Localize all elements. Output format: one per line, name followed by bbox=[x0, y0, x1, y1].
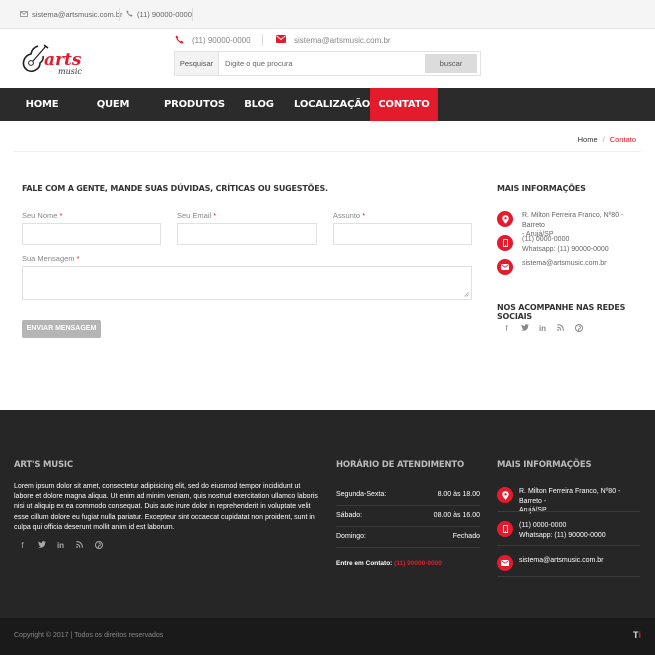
facebook-icon[interactable]: f bbox=[18, 541, 27, 551]
mobile-icon bbox=[497, 521, 513, 537]
nav-item-contato[interactable]: CONTATO bbox=[370, 88, 438, 121]
mobile-icon bbox=[497, 235, 513, 251]
sidebar-social-links: f in bbox=[502, 324, 583, 334]
site-footer: ART'S MUSIC Lorem ipsum dolor sit amet, … bbox=[0, 410, 655, 618]
envelope-icon bbox=[497, 259, 513, 275]
message-textarea[interactable] bbox=[22, 266, 472, 300]
pinterest-icon[interactable] bbox=[574, 324, 583, 334]
twitter-icon[interactable] bbox=[520, 324, 529, 334]
map-pin-icon bbox=[497, 211, 513, 227]
breadcrumb: Home / Contato bbox=[578, 135, 636, 144]
footer-about-text: Lorem ipsum dolor sit amet, consectetur … bbox=[14, 483, 318, 531]
topbar-divider bbox=[119, 8, 120, 21]
breadcrumb-home[interactable]: Home bbox=[578, 135, 598, 144]
nav-item-localizacao[interactable]: LOCALIZAÇÃO bbox=[294, 88, 370, 121]
header-phone-text: (11) 90000-0000 bbox=[192, 36, 251, 45]
header-email-text: sistema@artsmusic.com.br bbox=[294, 35, 391, 45]
topbar-divider bbox=[192, 8, 193, 21]
footer-contact-label: Entre em Contato: bbox=[336, 560, 393, 567]
topbar-phone[interactable]: (11) 90000-0000 bbox=[126, 10, 192, 19]
form-title: FALE COM A GENTE, MANDE SUAS DÚVIDAS, CR… bbox=[22, 184, 328, 193]
rss-icon[interactable] bbox=[75, 541, 84, 551]
header-phone[interactable]: (11) 90000-0000 bbox=[175, 35, 251, 46]
divider bbox=[497, 576, 640, 577]
divider bbox=[497, 511, 640, 512]
subject-label: Assunto * bbox=[333, 211, 366, 220]
phone-icon bbox=[175, 35, 184, 46]
resize-handle-icon[interactable] bbox=[464, 292, 469, 297]
breadcrumb-separator: / bbox=[602, 135, 605, 144]
footer-info-title: MAIS INFORMAÇÕES bbox=[497, 460, 592, 470]
twitter-icon[interactable] bbox=[37, 541, 46, 551]
facebook-icon[interactable]: f bbox=[502, 324, 511, 334]
search-label: Pesquisar bbox=[175, 52, 219, 75]
email-field[interactable] bbox=[177, 223, 317, 245]
footer-hours-title: HORÁRIO DE ATENDIMENTO bbox=[336, 460, 465, 470]
phone-icon bbox=[126, 10, 133, 19]
footer-social-links: f in bbox=[18, 541, 103, 551]
hours-day: Segunda-Sexta: bbox=[336, 491, 387, 498]
envelope-icon bbox=[20, 10, 28, 19]
linkedin-icon[interactable]: in bbox=[538, 324, 547, 334]
divider bbox=[14, 151, 641, 152]
footer-contact-phone[interactable]: (11) 90000-0000 bbox=[394, 560, 442, 567]
copyright-bar: Copyright © 2017 | Todos os direitos res… bbox=[0, 618, 655, 655]
name-field[interactable] bbox=[22, 223, 161, 245]
rss-icon[interactable] bbox=[556, 324, 565, 334]
hours-row: Sábado: 08.00 às 16.00 bbox=[336, 506, 480, 527]
hours-row: Segunda-Sexta: 8.00 às 18.00 bbox=[336, 485, 480, 506]
sidebar-social-title: NOS ACOMPANHE NAS REDES SOCIAIS bbox=[497, 303, 626, 321]
name-label: Seu Nome * bbox=[22, 211, 63, 220]
breadcrumb-current: Contato bbox=[609, 135, 636, 144]
svg-text:music: music bbox=[58, 67, 82, 76]
envelope-icon bbox=[276, 35, 286, 45]
copyright-text: Copyright © 2017 | Todos os direitos res… bbox=[14, 632, 164, 639]
sidebar-phone: (11) 0000-0000 Whatsapp: (11) 90000-0000 bbox=[522, 236, 609, 253]
guitar-logo-icon: arts music bbox=[22, 44, 82, 76]
search-input[interactable] bbox=[225, 52, 425, 75]
hours-time: 08.00 às 16.00 bbox=[433, 512, 480, 519]
nav-item-home[interactable]: HOME bbox=[18, 88, 66, 121]
developer-logo[interactable]: Ti bbox=[633, 630, 641, 640]
nav-item-quem-somos[interactable]: QUEM SOMOS bbox=[80, 88, 146, 143]
map-pin-icon bbox=[497, 487, 513, 503]
subject-field[interactable] bbox=[333, 223, 472, 245]
hours-time: 8.00 às 18.00 bbox=[437, 491, 480, 498]
nav-item-produtos[interactable]: PRODUTOS bbox=[164, 88, 225, 121]
hours-time: Fechado bbox=[452, 533, 480, 540]
hours-day: Sábado: bbox=[336, 512, 363, 519]
pinterest-icon[interactable] bbox=[94, 541, 103, 551]
site-logo[interactable]: arts music bbox=[18, 42, 90, 78]
main-nav: HOME QUEM SOMOS PRODUTOS BLOG LOCALIZAÇÃ… bbox=[0, 88, 655, 143]
send-message-button[interactable]: ENVIAR MENSAGEM bbox=[22, 320, 101, 338]
footer-about-title: ART'S MUSIC bbox=[14, 460, 73, 470]
sidebar-email[interactable]: sistema@artsmusic.com.br bbox=[522, 259, 607, 269]
header-divider bbox=[262, 34, 263, 46]
hours-day: Domingo: bbox=[336, 533, 366, 540]
search-button[interactable]: buscar bbox=[425, 54, 477, 73]
topbar-email-text: sistema@artsmusic.com.br bbox=[32, 10, 123, 19]
header-email[interactable]: sistema@artsmusic.com.br bbox=[276, 35, 391, 45]
hours-row: Domingo: Fechado bbox=[336, 527, 480, 548]
envelope-icon bbox=[497, 555, 513, 571]
footer-phone: (11) 0000-0000 Whatsapp: (11) 90000-0000 bbox=[519, 522, 606, 539]
email-label: Seu Email * bbox=[177, 211, 217, 220]
search-bar: Pesquisar buscar bbox=[174, 51, 481, 76]
message-label: Sua Mensagem * bbox=[22, 254, 80, 263]
linkedin-icon[interactable]: in bbox=[56, 541, 65, 551]
sidebar-info-title: MAIS INFORMAÇÕES bbox=[497, 184, 586, 193]
top-bar: sistema@artsmusic.com.br (11) 90000-0000 bbox=[0, 0, 655, 29]
topbar-phone-text: (11) 90000-0000 bbox=[137, 10, 192, 19]
topbar-email[interactable]: sistema@artsmusic.com.br bbox=[20, 10, 123, 19]
footer-contact: Entre em Contato: (11) 90000-0000 bbox=[336, 560, 442, 567]
divider bbox=[497, 545, 640, 546]
footer-email[interactable]: sistema@artsmusic.com.br bbox=[519, 556, 604, 566]
nav-item-blog[interactable]: BLOG bbox=[242, 88, 276, 121]
